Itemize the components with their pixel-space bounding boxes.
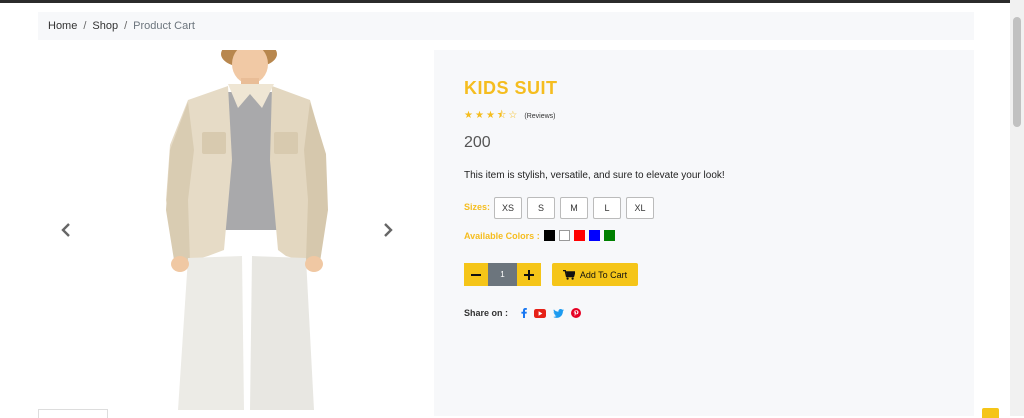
product-info-panel: KIDS SUIT ★ ★ ★ ⯪ ☆ (Reviews) 200 This i… — [434, 50, 974, 416]
product-title: KIDS SUIT — [464, 78, 558, 98]
product-price: 200 — [464, 134, 491, 151]
chevron-right-icon — [384, 223, 393, 237]
facebook-icon[interactable] — [521, 308, 527, 318]
breadcrumb-current: Product Cart — [133, 20, 195, 32]
product-description: This item is stylish, versatile, and sur… — [464, 170, 725, 181]
reviews-link[interactable]: (Reviews) — [524, 113, 555, 120]
size-option-m[interactable]: M — [560, 197, 589, 219]
breadcrumb: Home / Shop / Product Cart — [38, 12, 974, 40]
chevron-left-icon — [61, 223, 70, 237]
gallery-next-button[interactable] — [378, 220, 398, 240]
youtube-icon[interactable] — [534, 308, 547, 318]
color-swatch-blue[interactable] — [588, 230, 600, 241]
color-swatch-black[interactable] — [543, 230, 555, 241]
share-bar: Share on : — [464, 308, 582, 318]
quantity-value[interactable]: 1 — [488, 263, 517, 286]
size-option-xl[interactable]: XL — [626, 197, 655, 219]
colors-label: Available Colors : — [464, 230, 540, 241]
size-option-xs[interactable]: XS — [494, 197, 523, 219]
star-empty-icon: ☆ — [508, 110, 518, 121]
star-icon: ★ — [474, 110, 484, 121]
quantity-increment-button[interactable] — [517, 263, 541, 286]
tab-edge — [38, 409, 108, 418]
star-icon: ★ — [485, 110, 495, 121]
size-selector: Sizes: XS S M L XL — [464, 197, 655, 219]
share-label: Share on : — [464, 308, 509, 318]
twitter-icon[interactable] — [553, 308, 565, 318]
star-icon: ★ — [464, 110, 473, 121]
scrollbar[interactable] — [1010, 0, 1024, 416]
add-to-cart-label: Add To Cart — [579, 269, 628, 280]
color-swatch-green[interactable] — [603, 230, 615, 241]
quantity-stepper: 1 — [464, 263, 541, 286]
back-to-top-button[interactable] — [982, 408, 999, 418]
color-swatch-red[interactable] — [573, 230, 585, 241]
rating: ★ ★ ★ ⯪ ☆ (Reviews) — [464, 111, 555, 121]
quantity-decrement-button[interactable] — [464, 263, 488, 286]
color-selector: Available Colors : — [464, 230, 615, 241]
scrollbar-thumb[interactable] — [1013, 17, 1021, 127]
star-half-icon: ⯪ — [496, 110, 507, 121]
breadcrumb-separator: / — [83, 20, 87, 32]
gallery-prev-button[interactable] — [56, 220, 76, 240]
shopping-cart-icon — [562, 269, 575, 280]
size-option-l[interactable]: L — [593, 197, 622, 219]
product-image — [166, 50, 328, 410]
breadcrumb-home[interactable]: Home — [48, 20, 77, 32]
product-gallery — [38, 50, 434, 410]
color-swatch-white[interactable] — [558, 230, 570, 241]
add-to-cart-button[interactable]: Add To Cart — [552, 263, 638, 286]
sizes-label: Sizes: — [464, 202, 491, 212]
pinterest-icon[interactable] — [571, 308, 582, 318]
plus-icon — [524, 269, 534, 280]
breadcrumb-shop[interactable]: Shop — [92, 20, 118, 32]
size-option-s[interactable]: S — [527, 197, 556, 219]
breadcrumb-separator: / — [124, 20, 128, 32]
top-border — [0, 0, 1010, 3]
minus-icon — [471, 273, 481, 276]
